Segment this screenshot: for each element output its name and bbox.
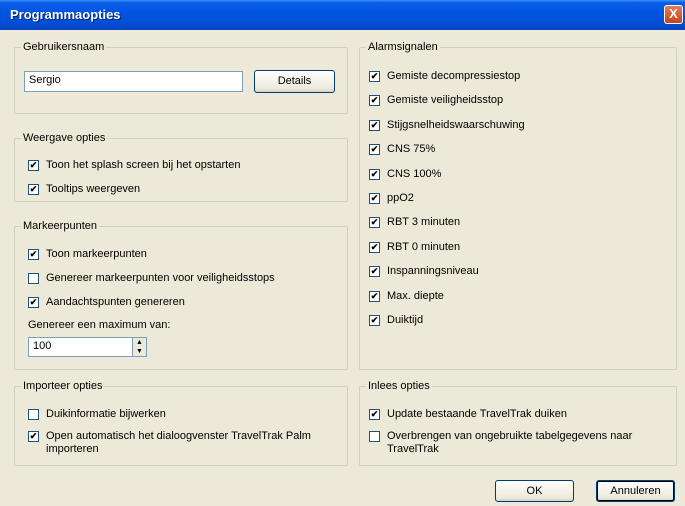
checkbox[interactable]: [28, 273, 39, 284]
checkbox-row[interactable]: Aandachtspunten genereren: [28, 296, 328, 309]
checkbox-row[interactable]: Gemiste decompressiestop: [369, 70, 659, 83]
group-display-options-legend: Weergave opties: [21, 132, 108, 144]
cancel-button[interactable]: Annuleren: [596, 480, 675, 502]
checkbox[interactable]: [369, 290, 380, 302]
group-alarms-legend: Alarmsignalen: [366, 41, 440, 53]
checkbox-row[interactable]: Overbrengen van ongebruikte tabelgegeven…: [369, 430, 659, 456]
checkbox-label: Duiktijd: [387, 314, 424, 326]
checkbox-label: Stijgsnelheidswaarschuwing: [387, 118, 525, 131]
checkbox-row[interactable]: Gemiste veiligheidsstop: [369, 94, 659, 107]
checkbox-label: Tooltips weergeven: [46, 183, 141, 195]
checkbox-row[interactable]: Max. diepte: [369, 290, 659, 303]
checkbox-label: Open automatisch het dialoogvenster Trav…: [46, 430, 311, 455]
ok-button[interactable]: OK: [495, 480, 574, 502]
checkbox-row[interactable]: Duiktijd: [369, 314, 659, 327]
checkbox-label: Inspanningsniveau: [387, 265, 479, 278]
checkbox-row[interactable]: RBT 3 minuten: [369, 216, 659, 229]
checkbox[interactable]: [369, 71, 380, 82]
checkbox[interactable]: [369, 217, 380, 229]
checkbox-label: Overbrengen van ongebruikte tabelgegeven…: [387, 430, 633, 455]
checkbox[interactable]: [369, 119, 380, 131]
username-input[interactable]: Sergio: [24, 71, 243, 92]
window-title: Programmaopties: [10, 7, 121, 22]
close-button[interactable]: X: [664, 5, 683, 24]
checkbox[interactable]: [369, 315, 380, 326]
max-markers-label: Genereer een maximum van:: [28, 319, 171, 331]
checkbox[interactable]: [28, 184, 39, 195]
checkbox-row[interactable]: RBT 0 minuten: [369, 241, 659, 254]
checkbox-row[interactable]: Toon markeerpunten: [28, 248, 328, 261]
checkbox[interactable]: [369, 95, 380, 107]
checkbox-row[interactable]: Genereer markeerpunten voor veiligheidss…: [28, 272, 328, 285]
checkbox[interactable]: [369, 409, 380, 420]
group-username-legend: Gebruikersnaam: [21, 41, 107, 53]
checkbox-row[interactable]: ppO2: [369, 192, 659, 205]
group-read-options-legend: Inlees opties: [366, 380, 432, 392]
checkbox-row[interactable]: Inspanningsniveau: [369, 265, 659, 278]
checkbox[interactable]: [369, 193, 380, 204]
checkbox-row[interactable]: Update bestaande TravelTrak duiken: [369, 408, 659, 421]
checkbox[interactable]: [369, 266, 380, 278]
checkbox-row[interactable]: Stijgsnelheidswaarschuwing: [369, 119, 659, 132]
title-bar[interactable]: Programmaopties X: [0, 0, 685, 30]
checkbox-row[interactable]: Duikinformatie bijwerken: [28, 408, 328, 421]
checkbox-label: Gemiste veiligheidsstop: [387, 94, 504, 107]
spin-down-icon[interactable]: ▼: [133, 347, 146, 356]
checkbox[interactable]: [28, 297, 39, 308]
checkbox[interactable]: [28, 160, 39, 171]
max-markers-spinner[interactable]: ▲ ▼: [132, 337, 147, 357]
checkbox-label: Update bestaande TravelTrak duiken: [387, 408, 567, 420]
checkbox-label: ppO2: [387, 192, 414, 204]
checkbox-label: Gemiste decompressiestop: [387, 70, 521, 82]
checkbox-row[interactable]: Toon het splash screen bij het opstarten: [28, 159, 328, 172]
checkbox[interactable]: [369, 168, 380, 180]
checkbox-label: Duikinformatie bijwerken: [46, 408, 166, 420]
checkbox-label: Genereer markeerpunten voor veiligheidss…: [46, 272, 275, 284]
group-import-options-legend: Importeer opties: [21, 380, 105, 392]
spin-up-icon[interactable]: ▲: [133, 338, 146, 347]
checkbox[interactable]: [369, 431, 380, 442]
checkbox-label: RBT 3 minuten: [387, 216, 461, 229]
checkbox-label: CNS 75%: [387, 143, 436, 156]
checkbox[interactable]: [369, 144, 380, 156]
checkbox-row[interactable]: CNS 100%: [369, 168, 659, 181]
checkbox[interactable]: [28, 431, 39, 442]
checkbox-label: Aandachtspunten genereren: [46, 296, 185, 308]
checkbox[interactable]: [369, 241, 380, 253]
checkbox-label: CNS 100%: [387, 167, 442, 180]
checkbox-label: Toon het splash screen bij het opstarten: [46, 159, 241, 171]
checkbox-label: Max. diepte: [387, 289, 444, 302]
options-dialog: Programmaopties X Gebruikersnaam Sergio …: [0, 0, 685, 506]
checkbox-row[interactable]: Open automatisch het dialoogvenster Trav…: [28, 430, 328, 456]
details-button[interactable]: Details: [254, 70, 335, 93]
checkbox[interactable]: [28, 409, 39, 420]
checkbox-label: Toon markeerpunten: [46, 248, 147, 260]
checkbox-label: RBT 0 minuten: [387, 240, 461, 253]
checkbox-row[interactable]: Tooltips weergeven: [28, 183, 328, 196]
group-markers-legend: Markeerpunten: [21, 220, 99, 232]
max-markers-input[interactable]: 100: [28, 337, 133, 357]
checkbox-row[interactable]: CNS 75%: [369, 143, 659, 156]
checkbox[interactable]: [28, 249, 39, 260]
